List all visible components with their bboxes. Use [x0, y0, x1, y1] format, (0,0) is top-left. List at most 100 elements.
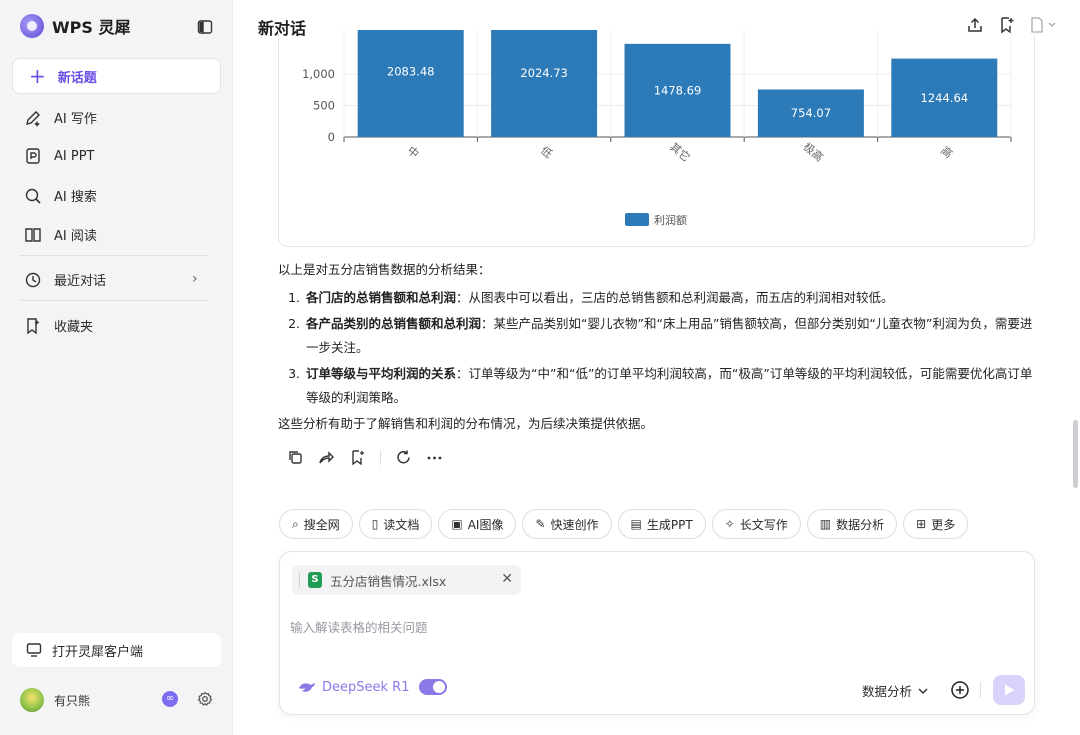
divider: [20, 255, 209, 256]
x-tick-label: 其它: [667, 140, 693, 165]
refresh-icon[interactable]: [395, 449, 412, 466]
close-icon[interactable]: ✕: [501, 571, 513, 587]
point-title: 各产品类别的总销售额和总利润: [306, 316, 482, 331]
x-tick-label: 中: [405, 144, 422, 161]
send-button[interactable]: [993, 675, 1025, 705]
model-name: DeepSeek R1: [322, 679, 410, 695]
sidebar-item-ai-reading[interactable]: AI 阅读: [24, 225, 97, 244]
plus-icon: +: [29, 64, 46, 88]
more-icon[interactable]: [426, 449, 443, 466]
open-client-button[interactable]: 打开灵犀客户端: [12, 633, 221, 667]
new-chat-button[interactable]: + 新话题: [12, 58, 221, 94]
sidebar-collapse-icon[interactable]: [197, 19, 213, 35]
gear-icon[interactable]: [197, 691, 213, 707]
sidebar-item-label: 收藏夹: [54, 320, 94, 335]
answer-intro: 以上是对五分店销售数据的分析结果：: [278, 262, 491, 277]
data-label: 1244.64: [921, 91, 969, 105]
skill-ai-image[interactable]: ▣ AI图像: [438, 509, 517, 539]
skill-long-writing[interactable]: ✧ 长文写作: [711, 509, 801, 539]
sidebar-item-ai-writing[interactable]: AI 写作: [24, 108, 97, 127]
sidebar-item-ai-search[interactable]: AI 搜索: [24, 186, 97, 205]
spreadsheet-icon: S: [308, 572, 322, 588]
x-tick-label: 低: [538, 144, 555, 161]
skill-generate-ppt[interactable]: ▤ 生成PPT: [617, 509, 706, 539]
bar-chart: 0 500 1,000 2083.48 中 2024.73 低 1478.69 其它 754.07…: [302, 30, 1012, 227]
skill-more[interactable]: ⊞ 更多: [903, 509, 969, 539]
message-actions: [287, 449, 443, 466]
answer-points: 各门店的总销售额和总利润：从图表中可以看出，三店的总销售额和总利润最高，而五店的…: [304, 286, 1038, 410]
sidebar-item-recent[interactable]: 最近对话: [24, 270, 106, 289]
copy-icon[interactable]: [287, 449, 304, 466]
send-icon: [1005, 684, 1015, 696]
ppt-icon: ▤: [630, 517, 642, 531]
mode-label: 数据分析: [862, 684, 913, 699]
chart-bar: [357, 30, 464, 138]
skill-data-analysis[interactable]: ▥ 数据分析: [806, 509, 898, 539]
bookmark-icon: [27, 317, 40, 334]
skill-read-doc[interactable]: ▯ 读文档: [358, 509, 433, 539]
point-title: 订单等级与平均利润的关系: [306, 366, 457, 381]
link-badge-icon[interactable]: ∞: [162, 691, 178, 707]
model-toggle-switch[interactable]: [419, 679, 448, 695]
book-icon: ▯: [371, 517, 379, 531]
legend-label: 利润额: [654, 213, 687, 227]
skill-label: 长文写作: [739, 517, 788, 532]
open-client-label: 打开灵犀客户端: [52, 644, 144, 660]
new-chat-label: 新话题: [57, 70, 97, 86]
sidebar: WPS 灵犀 + 新话题 AI 写作 AI PPT AI 搜索 AI 阅读 最近…: [0, 0, 233, 735]
brand-name: WPS 灵犀: [52, 18, 131, 37]
answer-text: 以上是对五分店销售数据的分析结果： 各门店的总销售额和总利润：从图表中可以看出，…: [278, 258, 1038, 436]
answer-conclusion: 这些分析有助于了解销售和利润的分布情况，为后续决策提供依据。: [278, 416, 654, 431]
skill-label: 数据分析: [836, 517, 885, 532]
deepseek-whale-icon: [299, 683, 315, 692]
divider: [20, 300, 209, 301]
legend-swatch: [625, 213, 649, 226]
user-name: 有只熊: [54, 693, 91, 708]
image-icon: ▣: [451, 517, 463, 531]
sidebar-item-favorites[interactable]: 收藏夹: [24, 316, 93, 335]
y-tick-label: 500: [313, 99, 335, 113]
ppt-icon: [26, 148, 40, 164]
sidebar-item-label: AI 写作: [54, 112, 97, 127]
skill-label: 更多: [931, 517, 956, 532]
file-name: 五分店销售情况.xlsx: [330, 573, 447, 589]
data-label: 1478.69: [654, 83, 702, 97]
grid-icon: ⊞: [916, 517, 927, 531]
attached-file[interactable]: S 五分店销售情况.xlsx ✕: [292, 565, 521, 595]
book-icon: [25, 227, 41, 242]
monitor-icon: [26, 643, 42, 657]
skill-label: 生成PPT: [646, 517, 693, 532]
search-sparkle-icon: [25, 188, 41, 204]
pen-sparkle-icon: [26, 110, 40, 127]
skill-quick-create[interactable]: ✎ 快速创作: [522, 509, 612, 539]
pen-icon: ✎: [535, 517, 546, 531]
prompt-input[interactable]: [290, 620, 890, 635]
x-tick-label: 极高: [801, 140, 827, 165]
sidebar-item-ai-ppt[interactable]: AI PPT: [24, 147, 94, 165]
bookmark-add-icon[interactable]: [349, 449, 366, 466]
x-tick-label: 高: [938, 143, 955, 161]
sidebar-item-label: AI PPT: [54, 148, 95, 164]
share-icon[interactable]: [318, 449, 335, 466]
divider: [299, 573, 300, 587]
divider: [380, 450, 381, 465]
sidebar-item-label: AI 阅读: [54, 229, 97, 244]
chevron-right-icon[interactable]: ›: [192, 271, 198, 287]
user-profile[interactable]: 有只熊: [20, 688, 90, 712]
sidebar-item-label: 最近对话: [54, 274, 107, 289]
model-toggle[interactable]: DeepSeek R1: [298, 679, 448, 695]
data-label: 2024.73: [520, 66, 568, 80]
composer: S 五分店销售情况.xlsx ✕ DeepSeek R1 数据分析: [279, 551, 1035, 715]
skill-search-web[interactable]: ⌕ 搜全网: [279, 509, 353, 539]
mode-select[interactable]: 数据分析: [862, 681, 928, 700]
brand[interactable]: WPS 灵犀: [20, 14, 130, 38]
add-icon[interactable]: [950, 680, 970, 700]
search-icon: ⌕: [292, 516, 299, 531]
clock-icon: [25, 272, 41, 287]
sparkle-icon: ✧: [724, 517, 735, 531]
skill-label: 读文档: [383, 517, 420, 532]
skill-label: 搜全网: [303, 517, 340, 532]
scrollbar-thumb[interactable]: [1073, 420, 1078, 488]
chart-icon: ▥: [819, 517, 832, 531]
answer-point: 订单等级与平均利润的关系：订单等级为“中”和“低”的订单平均利润较高，而“极高”…: [304, 362, 1038, 410]
